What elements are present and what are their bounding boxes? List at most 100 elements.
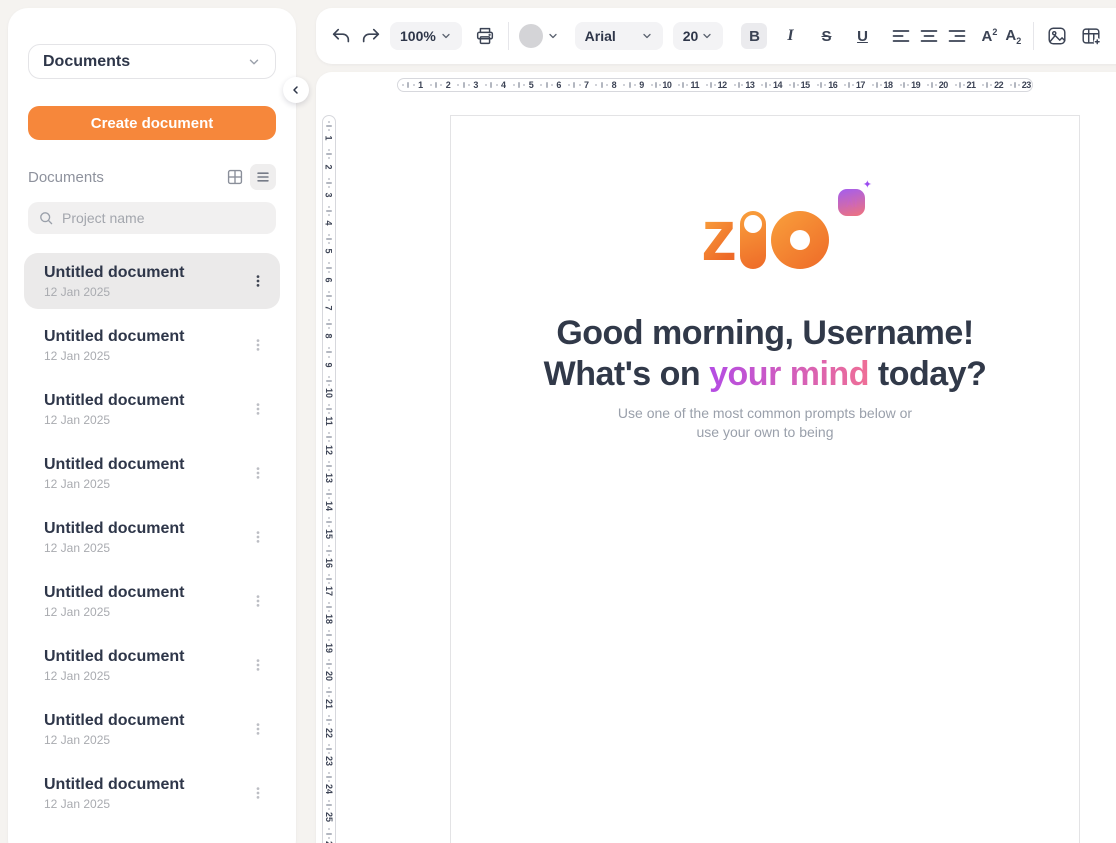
ruler-mark: 11 — [323, 401, 335, 429]
document-list-item[interactable]: Untitled document 12 Jan 2025 — [24, 317, 280, 373]
greeting-line2-highlight: your mind — [709, 355, 869, 393]
document-list-item[interactable]: Untitled document 12 Jan 2025 — [24, 573, 280, 629]
redo-button[interactable] — [360, 24, 382, 48]
kebab-menu-icon[interactable] — [250, 593, 266, 609]
logo-letter-z: z — [701, 209, 735, 263]
ruler-mark: 10 — [323, 373, 335, 401]
ruler-number: 20 — [939, 80, 948, 90]
ruler-number: 19 — [911, 80, 920, 90]
document-list-item[interactable]: Untitled document 12 Jan 2025 — [24, 765, 280, 821]
document-list-item[interactable]: Untitled document 12 Jan 2025 — [24, 381, 280, 437]
ruler-number: 7 — [584, 80, 589, 90]
ruler-number: 22 — [324, 728, 334, 738]
document-item-text: Untitled document 12 Jan 2025 — [44, 327, 250, 363]
ruler-mark: 17 — [323, 571, 335, 599]
document-list-item[interactable]: Untitled document 12 Jan 2025 — [24, 637, 280, 693]
ruler-mark: 16 — [323, 542, 335, 570]
ruler-number: 25 — [324, 812, 334, 822]
ruler-mark: 9 — [619, 79, 647, 91]
align-center-button[interactable] — [919, 24, 939, 48]
subscript-button[interactable]: A2 — [1005, 27, 1021, 46]
ruler-number: 19 — [324, 643, 334, 653]
ruler-number: 21 — [966, 80, 975, 90]
document-item-text: Untitled document 12 Jan 2025 — [44, 263, 250, 299]
document-list-item[interactable]: Untitled document 12 Jan 2025 — [24, 701, 280, 757]
font-size-select[interactable]: 20 — [673, 22, 724, 50]
ruler-mark: 26 — [323, 825, 335, 843]
ruler-mark: 15 — [323, 514, 335, 542]
collection-selector[interactable]: Documents — [28, 44, 276, 79]
undo-button[interactable] — [330, 24, 352, 48]
document-item-text: Untitled document 12 Jan 2025 — [44, 711, 250, 747]
zoom-select[interactable]: 100% — [390, 22, 462, 50]
chevron-down-icon — [247, 55, 261, 69]
ruler-number: 23 — [1022, 80, 1031, 90]
chevron-down-icon — [440, 30, 452, 42]
ruler-number: 15 — [324, 529, 334, 539]
ruler-mark: 5 — [509, 79, 537, 91]
list-view-button[interactable] — [250, 164, 276, 190]
ruler-mark: 1 — [323, 118, 335, 146]
ruler-number: 9 — [639, 80, 644, 90]
align-left-button[interactable] — [891, 24, 911, 48]
ruler-number: 6 — [324, 277, 334, 282]
bold-button[interactable]: B — [741, 23, 767, 49]
logo-letter-o — [771, 211, 829, 269]
kebab-menu-icon[interactable] — [250, 465, 266, 481]
document-list-item[interactable]: Untitled document 12 Jan 2025 — [24, 253, 280, 309]
ruler-number: 14 — [324, 501, 334, 511]
document-list-item[interactable]: Untitled document 12 Jan 2025 — [24, 509, 280, 565]
collapse-sidebar-button[interactable] — [283, 77, 309, 103]
kebab-menu-icon[interactable] — [250, 785, 266, 801]
kebab-menu-icon[interactable] — [250, 529, 266, 545]
strikethrough-button[interactable]: S — [813, 23, 839, 49]
ruler-mark: 12 — [702, 79, 730, 91]
vertical-ruler: 1234567891011121314151617181920212223242… — [322, 115, 336, 843]
document-title: Untitled document — [44, 775, 250, 794]
kebab-menu-icon[interactable] — [250, 337, 266, 353]
ruler-number: 24 — [324, 784, 334, 794]
document-date: 12 Jan 2025 — [44, 605, 250, 619]
ruler-number: 10 — [662, 80, 671, 90]
document-item-text: Untitled document 12 Jan 2025 — [44, 583, 250, 619]
underline-button[interactable]: U — [849, 23, 875, 49]
ruler-number: 12 — [718, 80, 727, 90]
greeting-line-2: What's on your mind today? — [451, 354, 1079, 395]
align-right-button[interactable] — [947, 24, 967, 48]
ruler-number: 22 — [994, 80, 1003, 90]
kebab-menu-icon[interactable] — [250, 273, 266, 289]
project-search[interactable] — [28, 202, 276, 234]
print-button[interactable] — [474, 24, 496, 48]
ruler-number: 13 — [745, 80, 754, 90]
superscript-button[interactable]: A2 — [981, 27, 997, 45]
ruler-number: 4 — [324, 221, 334, 226]
ruler-number: 1 — [418, 80, 423, 90]
document-list-item[interactable]: Untitled document 12 Jan 2025 — [24, 445, 280, 501]
document-page[interactable]: z AI ✦ Good morning, Username! What's on… — [450, 115, 1080, 843]
kebab-menu-icon[interactable] — [250, 401, 266, 417]
search-input[interactable] — [62, 210, 252, 226]
ruler-number: 18 — [884, 80, 893, 90]
kebab-menu-icon[interactable] — [250, 721, 266, 737]
ruler-mark: 12 — [323, 429, 335, 457]
create-document-button[interactable]: Create document — [28, 106, 276, 140]
italic-button[interactable]: I — [777, 23, 803, 49]
editor-toolbar: 100% Arial 20 B I S U A2 A2 — [316, 8, 1116, 64]
document-title: Untitled document — [44, 519, 250, 538]
ruler-mark: 7 — [564, 79, 592, 91]
ruler-number: 3 — [473, 80, 478, 90]
grid-view-button[interactable] — [222, 164, 248, 190]
chevron-left-icon — [290, 84, 302, 96]
insert-image-button[interactable] — [1046, 24, 1068, 48]
greeting-heading: Good morning, Username! What's on your m… — [451, 313, 1079, 395]
insert-table-button[interactable] — [1080, 24, 1102, 48]
document-item-text: Untitled document 12 Jan 2025 — [44, 519, 250, 555]
ruler-mark: 4 — [481, 79, 509, 91]
document-date: 12 Jan 2025 — [44, 541, 250, 555]
kebab-menu-icon[interactable] — [250, 657, 266, 673]
sparkle-icon: ✦ — [863, 180, 872, 191]
documents-section-header: Documents — [28, 164, 276, 190]
text-color-picker[interactable] — [519, 24, 559, 48]
ruler-mark: 18 — [868, 79, 896, 91]
font-family-select[interactable]: Arial — [575, 22, 663, 50]
